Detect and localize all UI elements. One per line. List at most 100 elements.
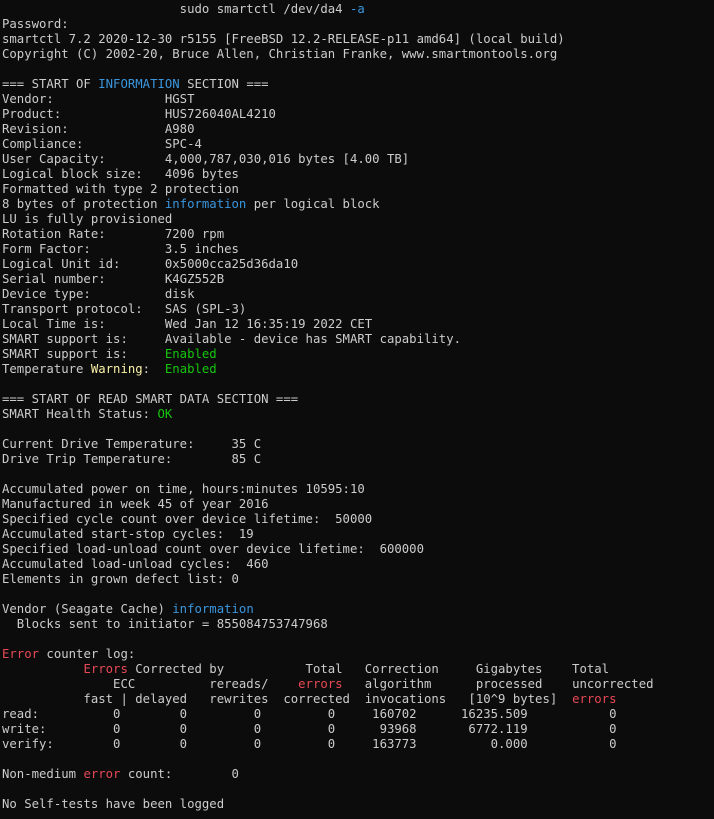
terminal-line: Logical Unit id: 0x5000cca25d36da10 [2, 257, 714, 272]
terminal-text: sudo smartctl /dev/da4 [2, 2, 350, 16]
terminal-text: counter log: [39, 647, 136, 661]
terminal-text: Temperature [2, 362, 91, 376]
terminal-line: Transport protocol: SAS (SPL-3) [2, 302, 714, 317]
terminal-text: Drive Trip Temperature: 85 C [2, 452, 262, 466]
terminal-text: Enabled [164, 362, 217, 376]
terminal-line: Revision: A980 [2, 122, 714, 137]
terminal-line: Specified cycle count over device lifeti… [2, 512, 714, 527]
terminal-text: INFORMATION [98, 77, 180, 91]
terminal-text: 8 bytes of protection [2, 197, 165, 211]
terminal-text: Error [2, 647, 40, 661]
terminal-line: Specified load-unload count over device … [2, 542, 714, 557]
terminal-line: LU is fully provisioned [2, 212, 714, 227]
terminal-text: Copyright (C) 2002-20, Bruce Allen, Chri… [2, 47, 558, 61]
terminal-text: Formatted with type 2 protection [2, 182, 239, 196]
terminal-line: Rotation Rate: 7200 rpm [2, 227, 714, 242]
terminal-line: Serial number: K4GZ552B [2, 272, 714, 287]
terminal-text: Vendor (Seagate Cache) [2, 602, 173, 616]
terminal-line: SMART Health Status: OK [2, 407, 714, 422]
terminal-text: Logical block size: 4096 bytes [2, 167, 239, 181]
terminal-line: Vendor (Seagate Cache) information [2, 602, 714, 617]
terminal-line: Accumulated power on time, hours:minutes… [2, 482, 714, 497]
terminal-text: Corrected by Total Correction Gigabytes … [127, 662, 610, 676]
terminal-text: Accumulated load-unload cycles: 460 [2, 557, 269, 571]
terminal-text: write: 0 0 0 0 93968 6772.119 0 [2, 722, 617, 736]
terminal-text: Accumulated power on time, hours:minutes… [2, 482, 365, 496]
terminal-text: Accumulated start-stop cycles: 19 [2, 527, 254, 541]
terminal-line: SMART support is: Available - device has… [2, 332, 714, 347]
terminal-text: Form Factor: 3.5 inches [2, 242, 239, 256]
terminal-line: write: 0 0 0 0 93968 6772.119 0 [2, 722, 714, 737]
terminal-text: Errors [83, 662, 128, 676]
terminal-text: Specified load-unload count over device … [2, 542, 424, 556]
terminal-text: fast | delayed rewrites corrected invoca… [2, 692, 573, 706]
terminal-line: Error counter log: [2, 647, 714, 662]
terminal-line: Compliance: SPC-4 [2, 137, 714, 152]
terminal-text: Revision: A980 [2, 122, 195, 136]
terminal-text: User Capacity: 4,000,787,030,016 bytes [… [2, 152, 410, 166]
terminal-text: LU is fully provisioned [2, 212, 173, 226]
terminal-text: Local Time is: Wed Jan 12 16:35:19 2022 … [2, 317, 373, 331]
terminal-window[interactable]: sudo smartctl /dev/da4 -a Password: smartc… [0, 0, 714, 819]
terminal-text: Elements in grown defect list: 0 [2, 572, 239, 586]
terminal-line: read: 0 0 0 0 160702 16235.509 0 [2, 707, 714, 722]
terminal-text: Vendor: HGST [2, 92, 195, 106]
terminal-text: read: 0 0 0 0 160702 16235.509 0 [2, 707, 617, 721]
terminal-line: verify: 0 0 0 0 163773 0.000 0 [2, 737, 714, 752]
terminal-line: === START OF READ SMART DATA SECTION === [2, 392, 714, 407]
terminal-text: algorithm processed uncorrected [342, 677, 654, 691]
terminal-text: count: 0 [120, 767, 239, 781]
terminal-text: Serial number: K4GZ552B [2, 272, 225, 286]
terminal-line: Accumulated start-stop cycles: 19 [2, 527, 714, 542]
terminal-line: Copyright (C) 2002-20, Bruce Allen, Chri… [2, 47, 714, 62]
terminal-text: Specified cycle count over device lifeti… [2, 512, 373, 526]
terminal-text: Product: HUS726040AL4210 [2, 107, 276, 121]
terminal-text: Device type: disk [2, 287, 195, 301]
terminal-line: Blocks sent to initiator = 8550847537479… [2, 617, 714, 632]
terminal-line: Form Factor: 3.5 inches [2, 242, 714, 257]
terminal-text: Logical Unit id: 0x5000cca25d36da10 [2, 257, 299, 271]
terminal-line: 8 bytes of protection information per lo… [2, 197, 714, 212]
terminal-text: error [83, 767, 121, 781]
terminal-text: errors [298, 677, 343, 691]
terminal-text: SECTION === [179, 77, 269, 91]
terminal-line: Password: [2, 17, 714, 32]
terminal-line: SMART support is: Enabled [2, 347, 714, 362]
terminal-line: smartctl 7.2 2020-12-30 r5155 [FreeBSD 1… [2, 32, 714, 47]
terminal-line: === START OF INFORMATION SECTION === [2, 77, 714, 92]
terminal-text: === START OF [2, 77, 99, 91]
terminal-text: Manufactured in week 45 of year 2016 [2, 497, 269, 511]
terminal-text: Password: [2, 17, 69, 31]
terminal-line: Non-medium error count: 0 [2, 767, 714, 782]
terminal-line: Drive Trip Temperature: 85 C [2, 452, 714, 467]
terminal-text: information [172, 602, 254, 616]
terminal-line: Device type: disk [2, 287, 714, 302]
terminal-text: Rotation Rate: 7200 rpm [2, 227, 225, 241]
terminal-line: Elements in grown defect list: 0 [2, 572, 714, 587]
terminal-line: ECC rereads/ errors algorithm processed … [2, 677, 714, 692]
terminal-line: Errors Corrected by Total Correction Gig… [2, 662, 714, 677]
terminal-line: User Capacity: 4,000,787,030,016 bytes [… [2, 152, 714, 167]
terminal-text: Blocks sent to initiator = 8550847537479… [2, 617, 328, 631]
terminal-line: Formatted with type 2 protection [2, 182, 714, 197]
terminal-text: SMART Health Status: [2, 407, 158, 421]
terminal-text: Non-medium [2, 767, 84, 781]
terminal-text: SMART support is: Available - device has… [2, 332, 462, 346]
terminal-text: Enabled [164, 347, 217, 361]
terminal-text: SMART support is: [2, 347, 165, 361]
terminal-line: Product: HUS726040AL4210 [2, 107, 714, 122]
terminal-line: Local Time is: Wed Jan 12 16:35:19 2022 … [2, 317, 714, 332]
terminal-text: smartctl 7.2 2020-12-30 r5155 [FreeBSD 1… [2, 32, 565, 46]
terminal-line: Manufactured in week 45 of year 2016 [2, 497, 714, 512]
terminal-line: Vendor: HGST [2, 92, 714, 107]
terminal-line: Current Drive Temperature: 35 C [2, 437, 714, 452]
terminal-line: Logical block size: 4096 bytes [2, 167, 714, 182]
terminal-text: per logical block [246, 197, 380, 211]
terminal-text: verify: 0 0 0 0 163773 0.000 0 [2, 737, 617, 751]
